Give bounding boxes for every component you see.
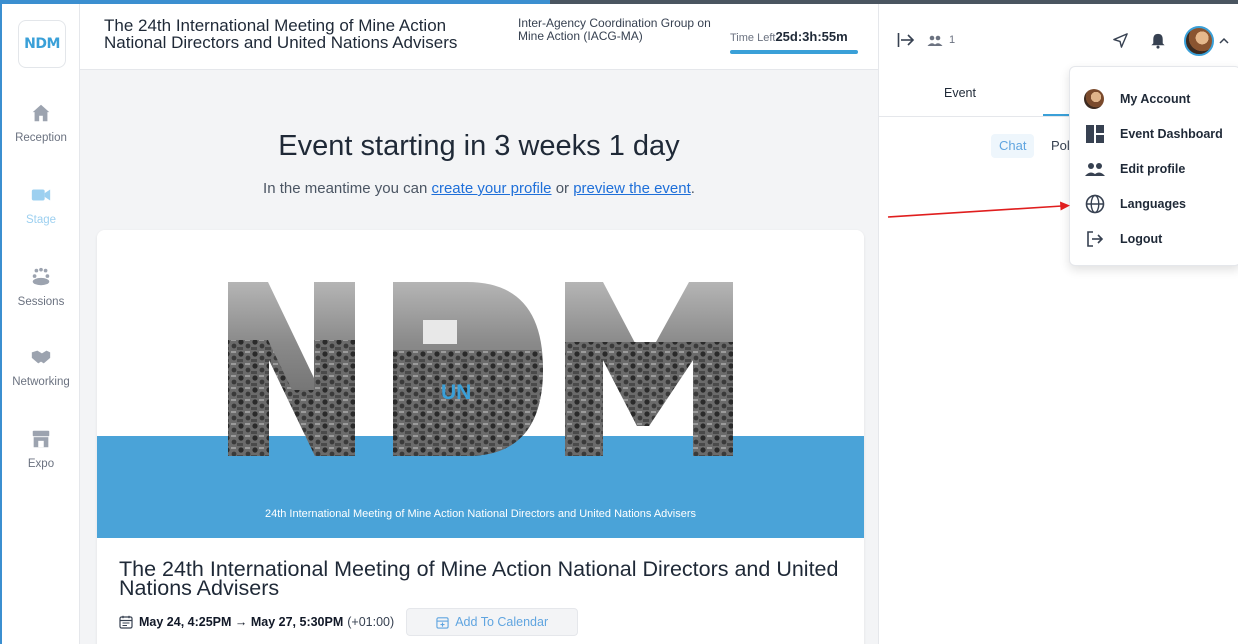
menu-label-edit-profile: Edit profile <box>1120 162 1186 176</box>
attendees-icon <box>927 35 943 46</box>
attendee-count: 1 <box>949 34 956 46</box>
event-title: The 24th International Meeting of Mine A… <box>104 16 458 52</box>
stage-main: Event starting in 3 weeks 1 day In the m… <box>80 70 878 644</box>
letter-m-shape <box>565 282 733 456</box>
add-to-calendar-label: Add To Calendar <box>455 615 549 629</box>
organizer-name: Inter-Agency Coordination Group on Mine … <box>518 16 711 43</box>
event-header: The 24th International Meeting of Mine A… <box>80 4 878 70</box>
menu-label-event-dashboard: Event Dashboard <box>1120 127 1223 141</box>
nav-item-sessions[interactable]: Sessions <box>2 266 80 308</box>
subtab-chat[interactable]: Chat <box>991 134 1035 158</box>
handshake-icon <box>31 350 51 364</box>
calendar-add-icon <box>436 616 449 629</box>
menu-label-languages: Languages <box>1120 197 1186 211</box>
nav-item-networking[interactable]: Networking <box>2 346 80 388</box>
nav-label-expo: Expo <box>27 458 55 470</box>
menu-label-my-account: My Account <box>1120 92 1191 106</box>
nav-item-stage[interactable]: Stage <box>2 184 80 226</box>
event-timezone: (+01:00) <box>347 615 395 629</box>
meantime-or: or <box>555 180 570 197</box>
collapse-panel-icon[interactable] <box>897 32 915 48</box>
event-date-range: May 24, 4:25PM → May 27, 5:30PM <box>139 615 344 629</box>
nav-label-stage: Stage <box>25 214 57 226</box>
event-date-row: May 24, 4:25PM → May 27, 5:30PM (+01:00)… <box>119 608 579 636</box>
time-left: Time Left25d:3h:55m <box>730 28 848 46</box>
countdown-heading: Event starting in 3 weeks 1 day <box>278 130 680 162</box>
menu-item-my-account[interactable]: My Account <box>1084 88 1190 110</box>
left-sidebar: NDM Reception Stage Sessions Networking … <box>2 4 80 644</box>
app-window: NDM Reception Stage Sessions Networking … <box>2 4 1238 644</box>
menu-item-logout[interactable]: Logout <box>1084 228 1162 250</box>
nav-label-sessions: Sessions <box>17 296 65 308</box>
add-to-calendar-button[interactable]: Add To Calendar <box>406 608 579 636</box>
home-icon <box>32 104 50 122</box>
dashboard-icon <box>1084 123 1106 145</box>
avatar <box>1084 89 1104 109</box>
preview-event-link[interactable]: preview the event <box>573 180 691 197</box>
nav-item-reception[interactable]: Reception <box>2 102 80 144</box>
card-event-title: The 24th International Meeting of Mine A… <box>119 557 839 600</box>
tab-event[interactable]: Event <box>944 86 976 100</box>
meantime-suffix: . <box>690 180 695 197</box>
menu-label-logout: Logout <box>1120 232 1163 246</box>
people-icon <box>1084 158 1106 180</box>
chevron-up-icon[interactable] <box>1219 37 1229 45</box>
meantime-text: In the meantime you can create your prof… <box>80 180 878 197</box>
nav-label-networking: Networking <box>12 376 70 388</box>
video-camera-icon <box>31 189 51 201</box>
user-avatar-button[interactable] <box>1184 26 1214 56</box>
people-group-icon <box>32 267 50 286</box>
time-left-label: Time Left <box>730 32 776 44</box>
logout-icon <box>1084 228 1106 250</box>
meantime-prefix: In the meantime you can <box>263 180 428 197</box>
event-banner-image: UN 24th International Meeting of Mine Ac… <box>97 230 864 538</box>
event-card: UN 24th International Meeting of Mine Ac… <box>97 230 864 644</box>
calendar-icon <box>119 615 133 629</box>
time-left-value: 25d:3h:55m <box>775 29 848 44</box>
banner-caption: 24th International Meeting of Mine Actio… <box>264 508 697 520</box>
logo-text: NDM <box>24 36 60 52</box>
un-mark: UN <box>441 381 472 404</box>
menu-item-edit-profile[interactable]: Edit profile <box>1084 158 1185 180</box>
menu-item-event-dashboard[interactable]: Event Dashboard <box>1084 123 1223 145</box>
booth-icon <box>32 430 50 448</box>
nav-label-reception: Reception <box>15 132 67 144</box>
notifications-bell-icon[interactable] <box>1150 32 1166 49</box>
globe-icon <box>1084 193 1106 215</box>
ndm-logo-artwork <box>97 282 864 538</box>
send-icon[interactable] <box>1112 32 1129 49</box>
nav-item-expo[interactable]: Expo <box>2 428 80 470</box>
user-menu-dropdown: My Account Event Dashboard Edit profile <box>1069 66 1238 266</box>
menu-item-languages[interactable]: Languages <box>1084 193 1186 215</box>
event-logo[interactable]: NDM <box>18 20 66 68</box>
letter-n-shape <box>228 282 355 456</box>
time-left-bar <box>730 50 858 54</box>
create-profile-link[interactable]: create your profile <box>431 180 551 197</box>
letter-d-shape <box>393 282 543 456</box>
